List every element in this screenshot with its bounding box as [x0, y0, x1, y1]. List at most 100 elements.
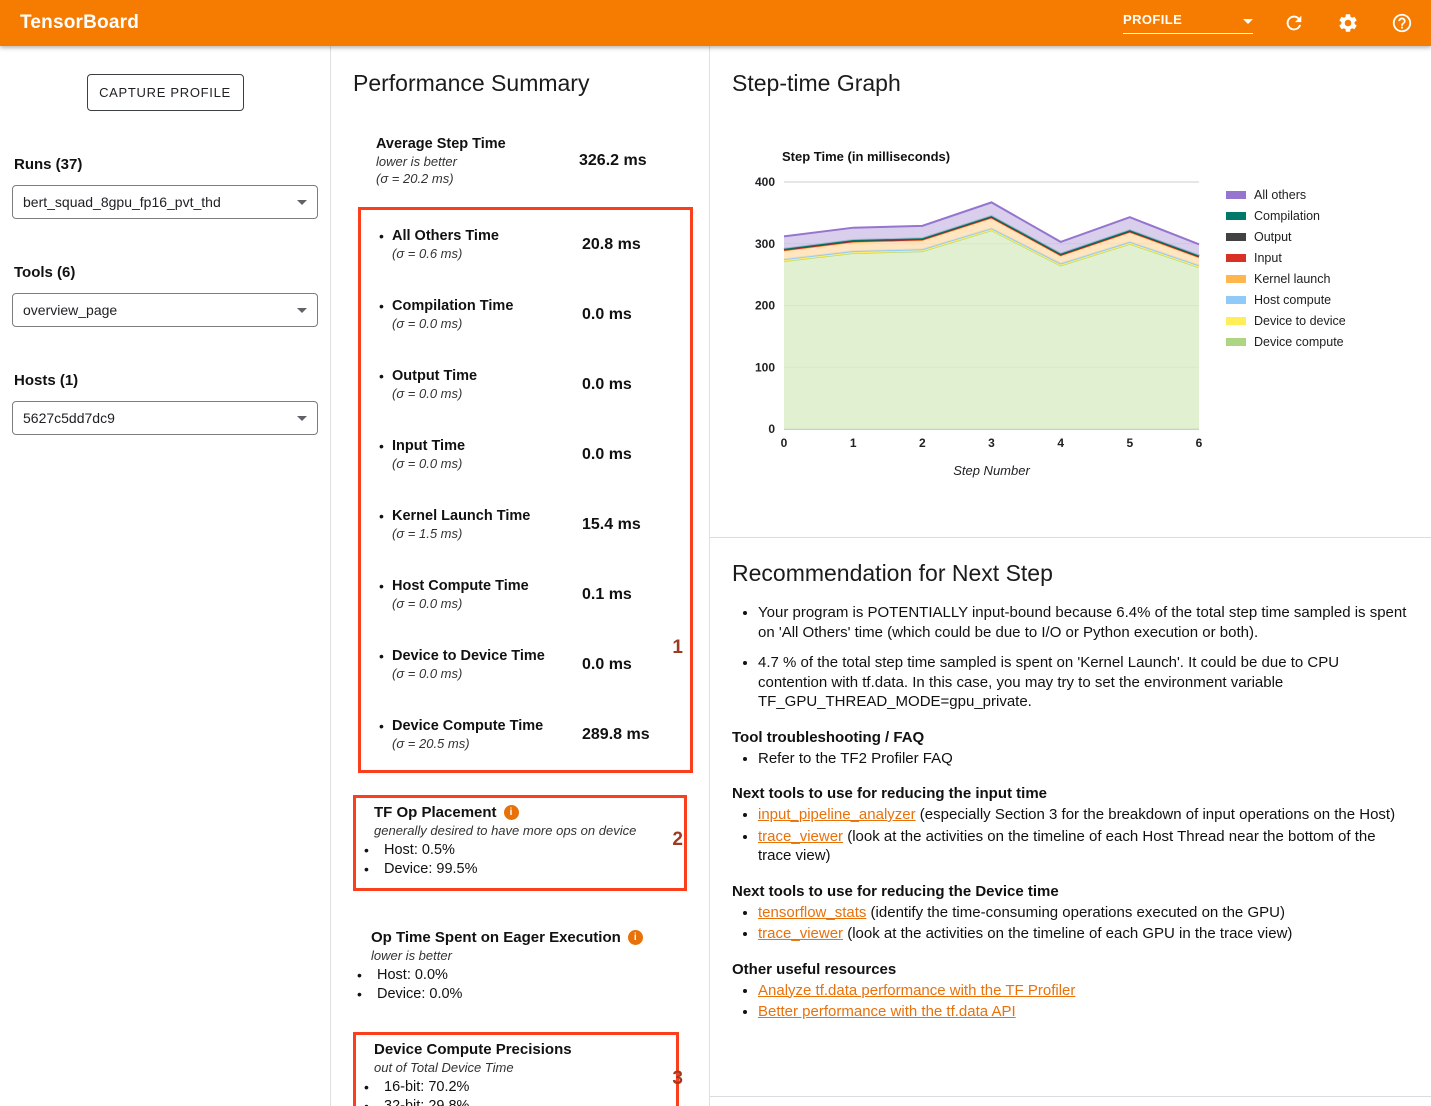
hosts-label: Hosts (1): [14, 372, 318, 389]
bullet-icon: •: [364, 860, 377, 879]
tf-op-placement-annotation-wrap: TF Op Placement i generally desired to h…: [353, 795, 709, 891]
metric-value: 0.0 ms: [582, 656, 632, 674]
bullet-icon: •: [364, 841, 377, 860]
gear-icon[interactable]: [1335, 10, 1361, 36]
metric-value: 0.0 ms: [582, 446, 632, 464]
recommendation-bullets: Your program is POTENTIALLY input-bound …: [758, 603, 1407, 712]
metric-row: • Kernel Launch Time (σ = 1.5 ms) 15.4 m…: [379, 490, 690, 560]
metric-row: • Output Time (σ = 0.0 ms) 0.0 ms: [379, 350, 690, 420]
legend-item: Kernel launch: [1226, 268, 1346, 289]
precision-16bit: 16-bit: 70.2%: [384, 1078, 469, 1097]
step-time-graph-card: Step-time Graph Step Time (in millisecon…: [710, 46, 1431, 537]
metric-row: • Device to Device Time (σ = 0.0 ms) 0.0…: [379, 630, 690, 700]
metric-sigma: (σ = 0.0 ms): [392, 665, 582, 682]
chart-legend: All others Compilation Output InputKernel l…: [1226, 184, 1346, 480]
metric-label: Input Time: [392, 437, 582, 455]
tensorflow-stats-link[interactable]: tensorflow_stats: [758, 904, 866, 921]
metric-value: 0.0 ms: [582, 306, 632, 324]
metric-label: Device Compute Time: [392, 717, 582, 735]
metric-label: Host Compute Time: [392, 577, 582, 595]
legend-swatch: [1226, 317, 1246, 325]
metric-row: • All Others Time (σ = 0.6 ms) 20.8 ms: [379, 210, 690, 280]
runs-dropdown-value: bert_squad_8gpu_fp16_pvt_thd: [23, 194, 221, 210]
runs-dropdown[interactable]: bert_squad_8gpu_fp16_pvt_thd: [12, 185, 318, 219]
legend-swatch: [1226, 338, 1246, 346]
recommendation-bullet: Your program is POTENTIALLY input-bound …: [758, 603, 1407, 642]
tfdata-performance-link[interactable]: Analyze tf.data performance with the TF …: [758, 982, 1075, 999]
legend-item: Input: [1226, 247, 1346, 268]
trace-viewer-link[interactable]: trace_viewer: [758, 828, 843, 845]
legend-swatch: [1226, 191, 1246, 199]
svg-text:400: 400: [755, 175, 775, 189]
device-compute-precisions-title: Device Compute Precisions: [374, 1041, 572, 1058]
bullet-icon: •: [379, 647, 392, 665]
legend-label: Host compute: [1254, 293, 1331, 307]
tools-dropdown[interactable]: overview_page: [12, 293, 318, 327]
legend-label: Device to device: [1254, 314, 1346, 328]
metric-sigma: (σ = 0.0 ms): [392, 315, 582, 332]
metric-note: lower is better: [376, 153, 579, 170]
trace-viewer-link[interactable]: trace_viewer: [758, 925, 843, 942]
svg-text:6: 6: [1196, 436, 1203, 450]
legend-item: Compilation: [1226, 205, 1346, 226]
svg-text:200: 200: [755, 299, 775, 313]
chart-title: Step Time (in milliseconds): [782, 149, 1431, 164]
bullet-icon: •: [364, 1078, 377, 1097]
tf-op-placement-note: generally desired to have more ops on de…: [374, 822, 674, 839]
list-item: Refer to the TF2 Profiler FAQ: [758, 749, 1407, 769]
list-item: input_pipeline_analyzer (especially Sect…: [758, 805, 1407, 825]
svg-text:1: 1: [850, 436, 857, 450]
metric-label: Device to Device Time: [392, 647, 582, 665]
eager-execution-note: lower is better: [371, 947, 687, 964]
annotation-number-2: 2: [672, 829, 683, 851]
input-pipeline-analyzer-link[interactable]: input_pipeline_analyzer: [758, 806, 916, 823]
svg-text:300: 300: [755, 237, 775, 251]
breakdown-annotation-wrap: • All Others Time (σ = 0.6 ms) 20.8 ms •…: [353, 207, 709, 773]
annotation-number-3: 3: [672, 1068, 683, 1090]
metric-value: 0.0 ms: [582, 376, 632, 394]
reco-section-faq: Tool troubleshooting / FAQ Refer to the …: [732, 729, 1407, 769]
sidebar: CAPTURE PROFILE Runs (37) bert_squad_8gp…: [0, 46, 330, 1106]
metric-row: • Compilation Time (σ = 0.0 ms) 0.0 ms: [379, 280, 690, 350]
chevron-down-icon: [1243, 19, 1253, 24]
svg-text:0: 0: [768, 422, 775, 436]
legend-label: Compilation: [1254, 209, 1320, 223]
metric-sigma: (σ = 20.5 ms): [392, 735, 582, 752]
item-text: Refer to the TF2 Profiler FAQ: [758, 750, 953, 767]
tfdata-api-link[interactable]: Better performance with the tf.data API: [758, 1003, 1016, 1020]
help-icon[interactable]: [1389, 10, 1415, 36]
metric-label: Kernel Launch Time: [392, 507, 582, 525]
legend-label: Output: [1254, 230, 1292, 244]
hosts-dropdown-value: 5627c5dd7dc9: [23, 410, 115, 426]
info-icon[interactable]: i: [504, 805, 519, 820]
svg-text:0: 0: [781, 436, 788, 450]
hosts-dropdown[interactable]: 5627c5dd7dc9: [12, 401, 318, 435]
app-header: TensorBoard PROFILE: [0, 0, 1431, 46]
section-heading: Next tools to use for reducing the input…: [732, 785, 1407, 802]
metric-row: • Device Compute Time (σ = 20.5 ms) 289.…: [379, 700, 690, 770]
bullet-icon: •: [357, 966, 370, 985]
list-item: • 16-bit: 70.2%: [364, 1078, 666, 1097]
capture-profile-button[interactable]: CAPTURE PROFILE: [87, 74, 244, 111]
dashboard-selector[interactable]: PROFILE: [1123, 12, 1253, 34]
refresh-icon[interactable]: [1281, 10, 1307, 36]
metric-sigma: (σ = 0.0 ms): [392, 455, 582, 472]
info-icon[interactable]: i: [628, 930, 643, 945]
metric-row: • Host Compute Time (σ = 0.0 ms) 0.1 ms: [379, 560, 690, 630]
bullet-icon: •: [379, 577, 392, 595]
device-percent: Device: 99.5%: [384, 860, 478, 879]
recommendation-card: Recommendation for Next Step Your progra…: [710, 537, 1431, 1097]
annotation-box-2: TF Op Placement i generally desired to h…: [353, 795, 687, 891]
annotation-number-1: 1: [672, 637, 683, 659]
annotation-box-1: • All Others Time (σ = 0.6 ms) 20.8 ms •…: [358, 207, 693, 773]
list-item: trace_viewer (look at the activities on …: [758, 924, 1407, 944]
legend-item: Device compute: [1226, 331, 1346, 352]
list-item: tensorflow_stats (identify the time-cons…: [758, 903, 1407, 923]
metric-value: 20.8 ms: [582, 236, 641, 254]
reco-section-input-time: Next tools to use for reducing the input…: [732, 785, 1407, 866]
legend-item: Output: [1226, 226, 1346, 247]
legend-item: All others: [1226, 184, 1346, 205]
bullet-icon: •: [379, 297, 392, 315]
metric-sigma: (σ = 0.0 ms): [392, 385, 582, 402]
svg-text:100: 100: [755, 360, 775, 374]
